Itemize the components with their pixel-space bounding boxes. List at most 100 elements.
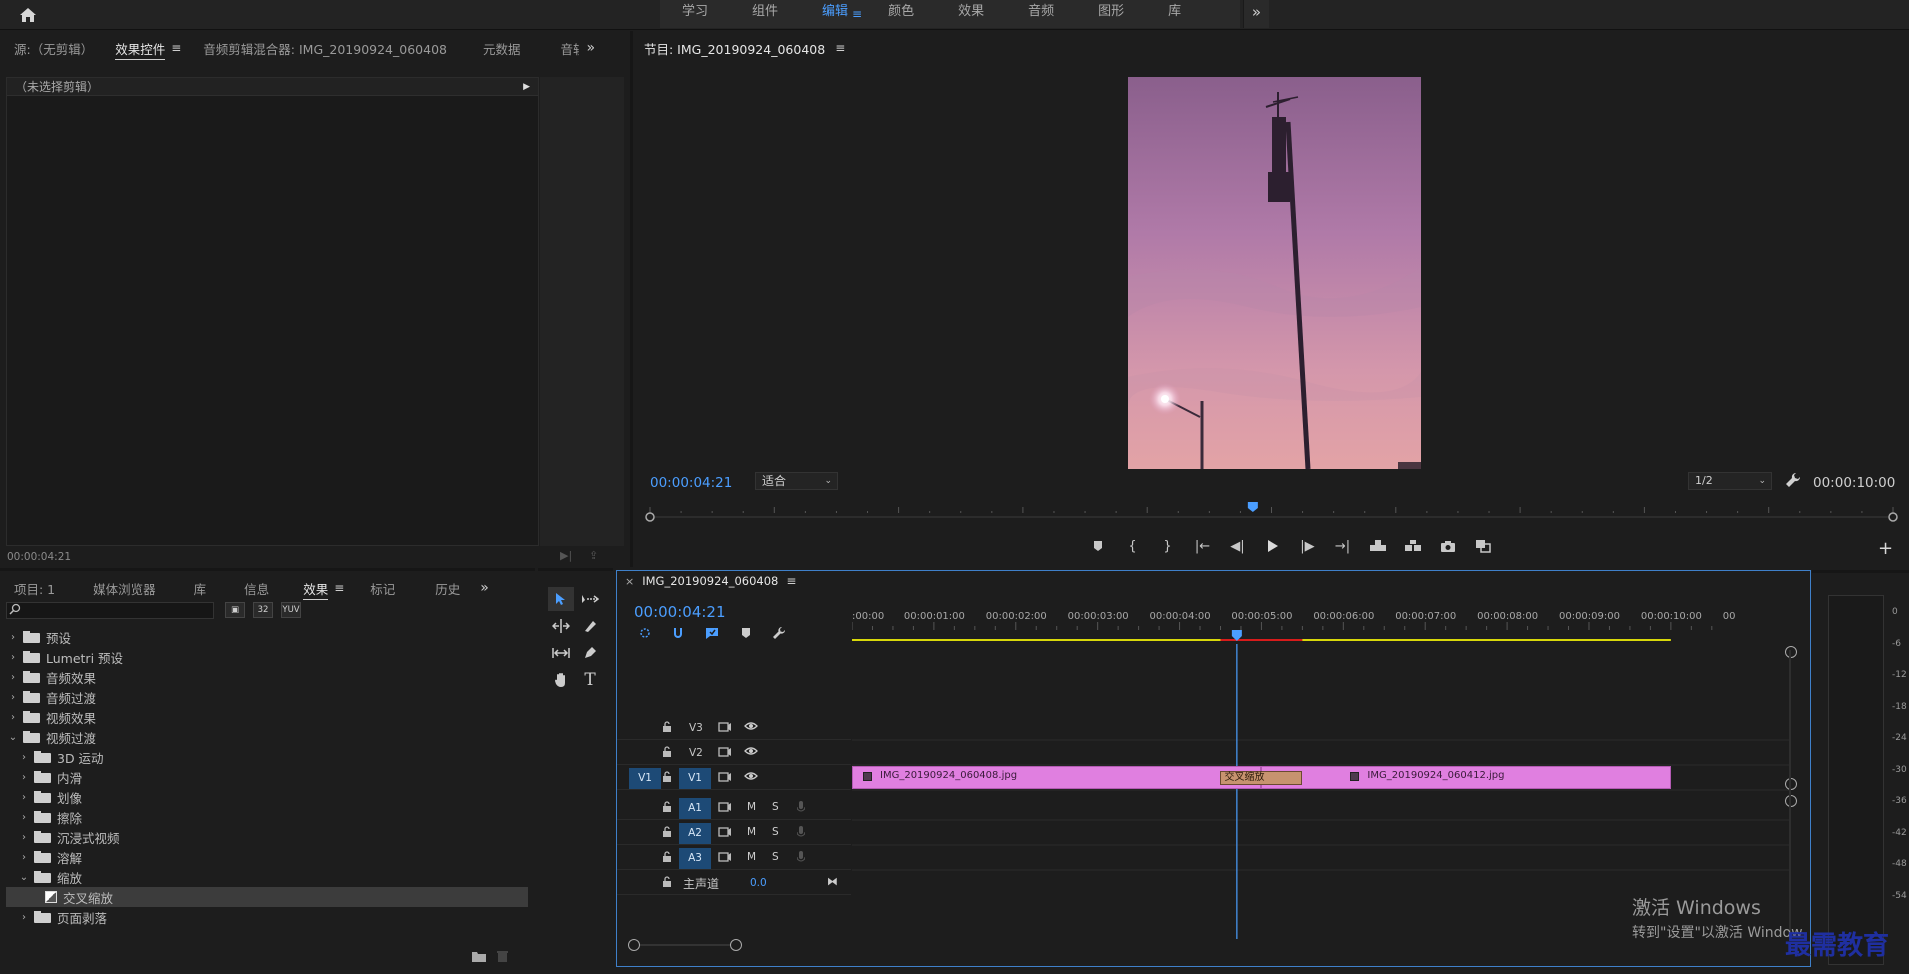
export-icon[interactable]: ⇪ <box>589 549 598 562</box>
tab-libraries[interactable]: 库 <box>156 579 207 598</box>
zoom-handle-left[interactable] <box>628 939 640 951</box>
horizontal-zoom-bar[interactable] <box>628 944 738 946</box>
nest-toggle-icon[interactable] <box>638 626 652 640</box>
chevron-right-icon[interactable]: › <box>17 912 31 923</box>
razor-tool-icon[interactable] <box>577 614 603 638</box>
track-height-handle-mid[interactable] <box>1785 778 1797 790</box>
microphone-icon[interactable] <box>797 851 805 863</box>
workspace-more-button[interactable]: » <box>1243 0 1269 28</box>
mark-out-icon[interactable]: } <box>1150 535 1185 557</box>
go-to-end-icon[interactable]: ⧓ <box>827 875 838 888</box>
chevron-right-icon[interactable]: › <box>6 672 20 683</box>
workspace-tab[interactable]: 库 <box>1146 0 1203 28</box>
32bit-effects-icon[interactable]: 32 <box>253 602 273 618</box>
home-icon[interactable] <box>16 4 40 26</box>
lock-icon[interactable] <box>662 876 672 888</box>
zoom-fit-select[interactable]: 适合 ⌄ <box>755 472 838 490</box>
sync-lock-icon[interactable] <box>718 721 732 733</box>
tree-item[interactable]: › 音频过渡 <box>6 687 528 707</box>
chevron-right-icon[interactable]: › <box>17 752 31 763</box>
chevron-right-icon[interactable]: › <box>6 712 20 723</box>
tab-history[interactable]: 历史 <box>395 579 460 598</box>
tab-markers[interactable]: 标记 <box>344 579 395 598</box>
type-tool-icon[interactable]: T <box>577 668 603 692</box>
sequence-menu-icon[interactable]: ≡ <box>786 574 796 588</box>
slip-tool-icon[interactable] <box>548 641 574 665</box>
workspace-tab[interactable]: 学习 <box>660 0 730 28</box>
tree-item[interactable]: › 划像 <box>6 787 528 807</box>
tree-item[interactable]: › 视频效果 <box>6 707 528 727</box>
chevron-down-icon[interactable]: ⌄ <box>17 872 31 883</box>
track-height-handle-top[interactable] <box>1785 646 1797 658</box>
chevron-right-icon[interactable]: › <box>17 812 31 823</box>
program-timecode[interactable]: 00:00:04:21 <box>650 475 732 491</box>
workspace-tab[interactable]: 效果 <box>936 0 1006 28</box>
timeline-timecode[interactable]: 00:00:04:21 <box>634 603 726 621</box>
tab-media-browser[interactable]: 媒体浏览器 <box>55 579 156 598</box>
chevron-right-icon[interactable]: › <box>17 772 31 783</box>
timeline-settings-wrench-icon[interactable] <box>772 626 786 640</box>
ripple-edit-tool-icon[interactable] <box>548 614 574 638</box>
chevron-right-icon[interactable]: › <box>6 632 20 643</box>
project-panel-overflow-icon[interactable]: » <box>480 580 489 596</box>
chevron-right-icon[interactable]: › <box>17 832 31 843</box>
chevron-right-icon[interactable]: › <box>17 852 31 863</box>
playback-resolution-select[interactable]: 1/2 ⌄ <box>1688 472 1772 490</box>
linked-selection-icon[interactable] <box>705 626 719 640</box>
track-target-a2[interactable]: A2 <box>679 823 711 844</box>
tree-item[interactable]: › 溶解 <box>6 847 528 867</box>
hand-tool-icon[interactable] <box>548 668 574 692</box>
tree-item[interactable]: › 擦除 <box>6 807 528 827</box>
go-to-in-icon[interactable]: |← <box>1185 535 1220 557</box>
timeline-clip[interactable]: IMG_20190924_060412.jpg <box>1261 766 1671 789</box>
export-frame-camera-icon[interactable] <box>1430 535 1465 557</box>
chevron-right-icon[interactable]: › <box>6 692 20 703</box>
tab-program[interactable]: 节目: IMG_20190924_060408 <box>633 39 825 58</box>
play-icon[interactable] <box>1255 535 1290 557</box>
track-select-forward-icon[interactable] <box>577 587 603 611</box>
eye-icon[interactable] <box>744 721 758 731</box>
tab-metadata[interactable]: 元数据 <box>447 39 521 58</box>
mark-in-icon[interactable]: { <box>1115 535 1150 557</box>
eye-icon[interactable] <box>744 771 758 781</box>
button-editor-plus-icon[interactable]: + <box>1878 538 1893 559</box>
lock-icon[interactable] <box>662 826 672 838</box>
tree-item[interactable]: ⌄ 视频过渡 <box>6 727 528 747</box>
tree-item[interactable]: › Lumetri 预设 <box>6 647 528 667</box>
go-to-out-icon[interactable]: →| <box>1325 535 1360 557</box>
expand-right-icon[interactable]: ▶ <box>523 78 530 96</box>
tree-item[interactable]: › 预设 <box>6 627 528 647</box>
program-scrub-ruler[interactable] <box>644 500 1899 528</box>
chevron-down-icon[interactable]: ⌄ <box>6 732 20 743</box>
step-forward-icon[interactable]: |▶ <box>1290 535 1325 557</box>
effect-controls-menu-icon[interactable]: ≡ <box>171 41 181 55</box>
source-panel-overflow-icon[interactable]: » <box>587 40 596 56</box>
sync-lock-icon[interactable] <box>718 801 732 813</box>
track-label-v3[interactable]: V3 <box>689 722 703 734</box>
filter-icon[interactable]: ▶| <box>560 549 572 562</box>
snap-magnet-icon[interactable] <box>671 626 685 640</box>
track-target-v1[interactable]: V1 <box>679 768 711 789</box>
transition-cross-zoom[interactable]: 交叉缩放 <box>1220 771 1303 785</box>
timeline-clip[interactable]: IMG_20190924_060408.jpg <box>852 766 1262 789</box>
tab-audio-clip-mixer[interactable]: 音频剪辑混合器: IMG_20190924_060408 <box>181 39 447 58</box>
sync-lock-icon[interactable] <box>718 826 732 838</box>
workspace-menu-icon[interactable]: ≡ <box>852 7 862 21</box>
mute-button[interactable]: M <box>747 801 756 813</box>
eye-icon[interactable] <box>744 746 758 756</box>
lock-icon[interactable] <box>662 746 672 758</box>
timeline-ruler[interactable]: :00:00 00:00:01:00 00:00:02:00 00:00:03:00 0… <box>852 608 1790 644</box>
tree-item[interactable]: › 页面剥落 <box>6 907 528 927</box>
add-marker-timeline-icon[interactable] <box>741 627 751 639</box>
effects-menu-icon[interactable]: ≡ <box>334 581 344 595</box>
lock-icon[interactable] <box>662 851 672 863</box>
step-back-icon[interactable]: ◀| <box>1220 535 1255 557</box>
selection-tool-icon[interactable] <box>548 587 574 611</box>
zoom-handle-right[interactable] <box>730 939 742 951</box>
chevron-right-icon[interactable]: › <box>17 792 31 803</box>
tree-item[interactable]: › 内滑 <box>6 767 528 787</box>
solo-button[interactable]: S <box>772 826 779 838</box>
yuv-effects-icon[interactable]: YUV <box>281 602 301 618</box>
audio-height-handle[interactable] <box>1785 795 1797 807</box>
effects-search-input[interactable] <box>6 602 214 619</box>
